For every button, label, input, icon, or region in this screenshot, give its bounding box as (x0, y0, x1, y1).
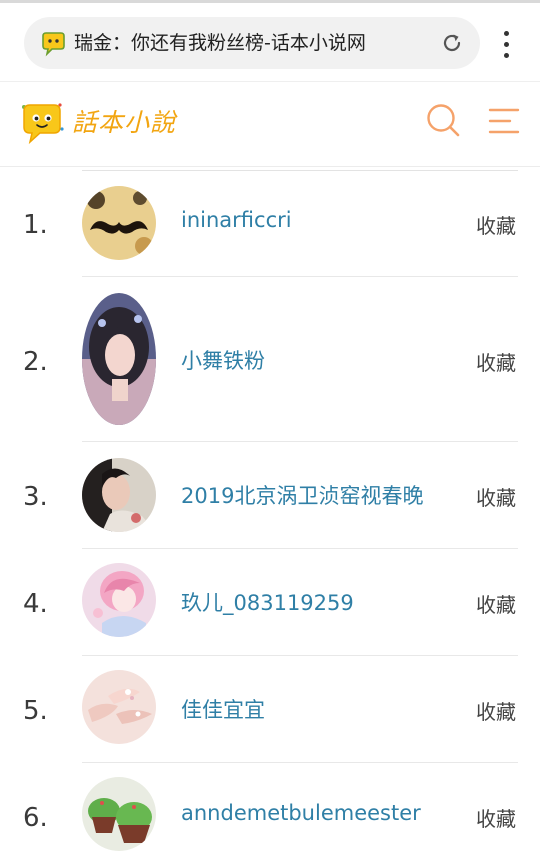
browser-toolbar: 瑞金：你还有我粉丝榜-话本小说网 (0, 3, 540, 81)
fan-name-link[interactable]: 2019北京涡卫浈窑视春晚 (181, 480, 423, 510)
menu-icon[interactable] (488, 106, 520, 136)
more-vert-icon[interactable] (496, 31, 516, 61)
search-icon[interactable] (425, 102, 461, 138)
reload-icon[interactable] (440, 31, 464, 55)
avatar[interactable] (82, 293, 156, 425)
favorite-label[interactable]: 收藏 (476, 803, 516, 832)
site-header: 話本小說 (0, 81, 540, 167)
fan-name-link[interactable]: anndemetbulemeester (181, 801, 421, 825)
rank-number: 4. (23, 589, 48, 619)
rank-number: 1. (23, 210, 48, 240)
url-text[interactable]: 瑞金：你还有我粉丝榜-话本小说网 (74, 30, 426, 56)
avatar[interactable] (82, 670, 156, 744)
avatar[interactable] (82, 563, 156, 637)
favorite-label[interactable]: 收藏 (476, 589, 516, 618)
chat-favicon-icon (42, 32, 65, 57)
rank-number: 2. (23, 347, 48, 377)
favorite-label[interactable]: 收藏 (476, 347, 516, 376)
fan-name-link[interactable]: 小舞铁粉 (181, 345, 265, 375)
fan-name-link[interactable]: 佳佳宜宜 (181, 694, 265, 724)
list-item[interactable]: 1. ininarficcri 收藏 (0, 170, 540, 277)
list-item[interactable]: 2. 小舞铁粉 收藏 (0, 277, 540, 442)
favorite-label[interactable]: 收藏 (476, 210, 516, 239)
fan-name-link[interactable]: ininarficcri (181, 208, 292, 232)
list-item[interactable]: 5. 佳佳宜宜 收藏 (0, 656, 540, 763)
logo-text[interactable]: 話本小說 (72, 106, 176, 140)
rank-number: 3. (23, 482, 48, 512)
favorite-label[interactable]: 收藏 (476, 696, 516, 725)
rank-number: 5. (23, 696, 48, 726)
address-bar[interactable]: 瑞金：你还有我粉丝榜-话本小说网 (24, 17, 480, 69)
rank-number: 6. (23, 803, 48, 833)
avatar[interactable] (82, 186, 156, 260)
list-item[interactable]: 6. anndemetbulemeester 收藏 (0, 763, 540, 858)
favorite-label[interactable]: 收藏 (476, 482, 516, 511)
list-item[interactable]: 3. 2019北京涡卫浈窑视春晚 收藏 (0, 442, 540, 549)
avatar[interactable] (82, 777, 156, 851)
list-item[interactable]: 4. 玖儿_083119259 收藏 (0, 549, 540, 656)
avatar[interactable] (82, 458, 156, 532)
fan-name-link[interactable]: 玖儿_083119259 (181, 587, 354, 617)
logo-mascot-icon[interactable] (18, 99, 66, 147)
